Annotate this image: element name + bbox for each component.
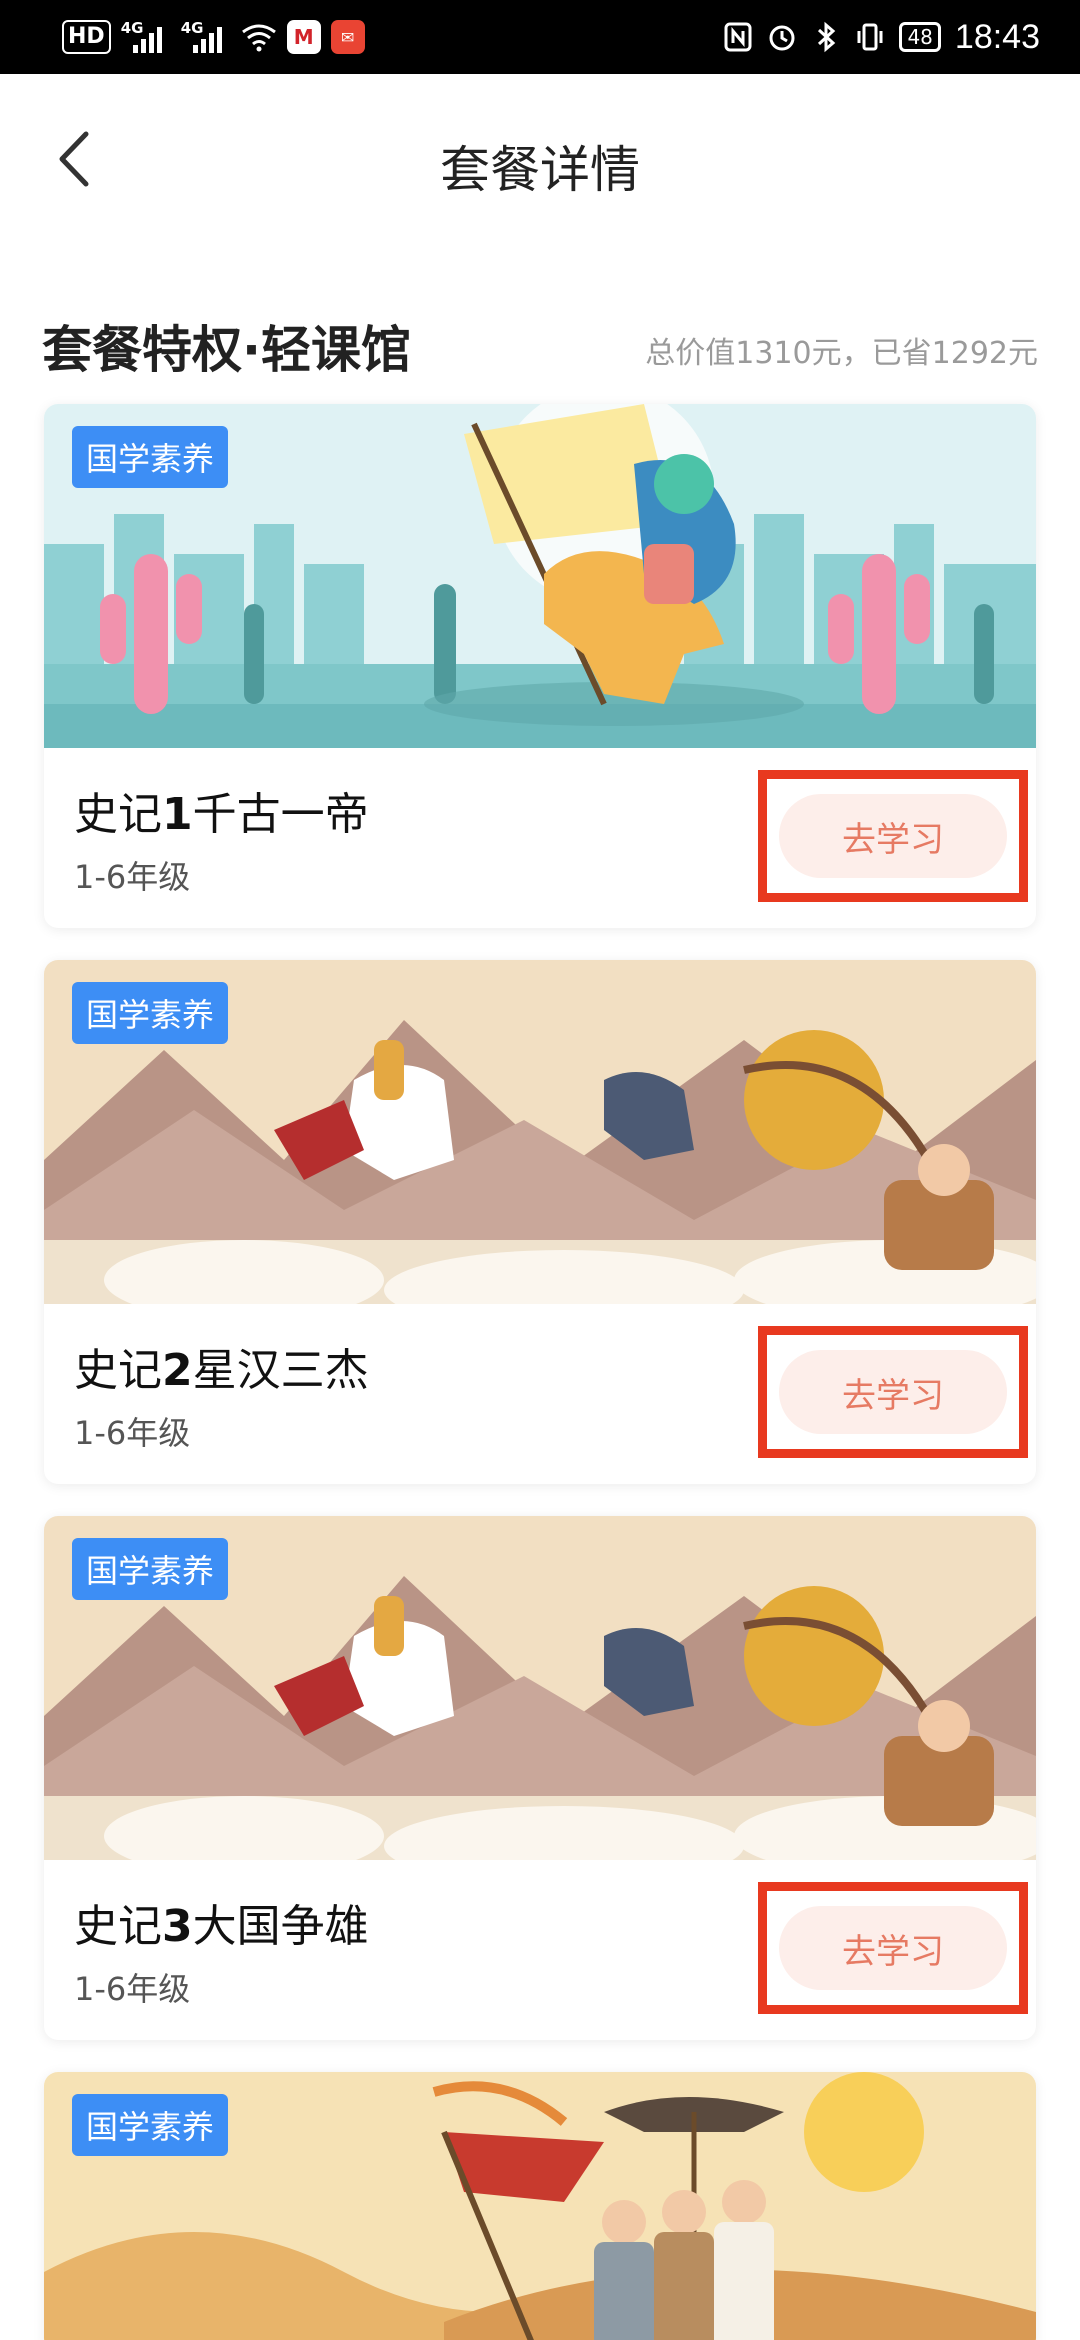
package-detail-content: 套餐特权·轻课馆 总价值1310元，已省1292元 国学素养 史记1千古一帝 1… — [0, 244, 1080, 2340]
battery-icon: 48 — [899, 22, 941, 52]
bluetooth-icon — [818, 21, 836, 53]
highlight-box: 去学习 — [758, 1326, 1028, 1458]
course-banner-image: 国学素养 — [44, 1516, 1036, 1860]
go-study-button[interactable]: 去学习 — [779, 794, 1007, 878]
clock: 18:43 — [954, 17, 1040, 56]
course-grade: 1-6年级 — [74, 858, 191, 896]
category-tag: 国学素养 — [72, 1538, 229, 1600]
section-title: 套餐特权·轻课馆 — [42, 321, 411, 379]
category-tag: 国学素养 — [72, 982, 229, 1044]
alarm-icon — [769, 25, 795, 51]
page-title: 套餐详情 — [440, 141, 640, 199]
course-banner-image: 国学素养 — [44, 2072, 1036, 2340]
course-title: 史记2星汉三杰 — [74, 1345, 369, 1396]
notification-app-icon: ✉ — [330, 20, 365, 54]
hd-indicator: HD — [62, 20, 111, 54]
nfc-icon — [724, 22, 752, 52]
course-card[interactable]: 国学素养 史记3大国争雄 1-6年级 去学习 — [44, 1516, 1036, 2040]
course-card[interactable]: 国学素养 史记1千古一帝 1-6年级 去学习 — [44, 404, 1036, 928]
status-bar: HD 4G 4G M ✉ 48 18:43 — [0, 0, 1080, 74]
course-grade: 1-6年级 — [74, 1970, 191, 2008]
vibrate-icon — [857, 23, 883, 51]
wifi-icon — [241, 24, 276, 52]
price-summary: 总价值1310元，已省1292元 — [645, 336, 1038, 371]
course-grade: 1-6年级 — [74, 1414, 191, 1452]
highlight-box: 去学习 — [758, 770, 1028, 902]
course-card[interactable]: 国学素养 史记2星汉三杰 1-6年级 去学习 — [44, 960, 1036, 1484]
signal-icon: 4G — [181, 19, 231, 55]
category-tag: 国学素养 — [72, 2094, 229, 2156]
nav-header: 套餐详情 — [0, 74, 1080, 244]
course-title: 史记3大国争雄 — [74, 1901, 369, 1952]
bank-app-icon: M — [286, 20, 321, 54]
signal-icon: 4G — [121, 19, 171, 55]
course-card[interactable]: 国学素养 — [44, 2072, 1036, 2340]
go-study-button[interactable]: 去学习 — [779, 1906, 1007, 1990]
highlight-box: 去学习 — [758, 1882, 1028, 2014]
course-title: 史记1千古一帝 — [74, 789, 369, 840]
category-tag: 国学素养 — [72, 426, 229, 488]
course-banner-image: 国学素养 — [44, 404, 1036, 748]
go-study-button[interactable]: 去学习 — [779, 1350, 1007, 1434]
course-banner-image: 国学素养 — [44, 960, 1036, 1304]
